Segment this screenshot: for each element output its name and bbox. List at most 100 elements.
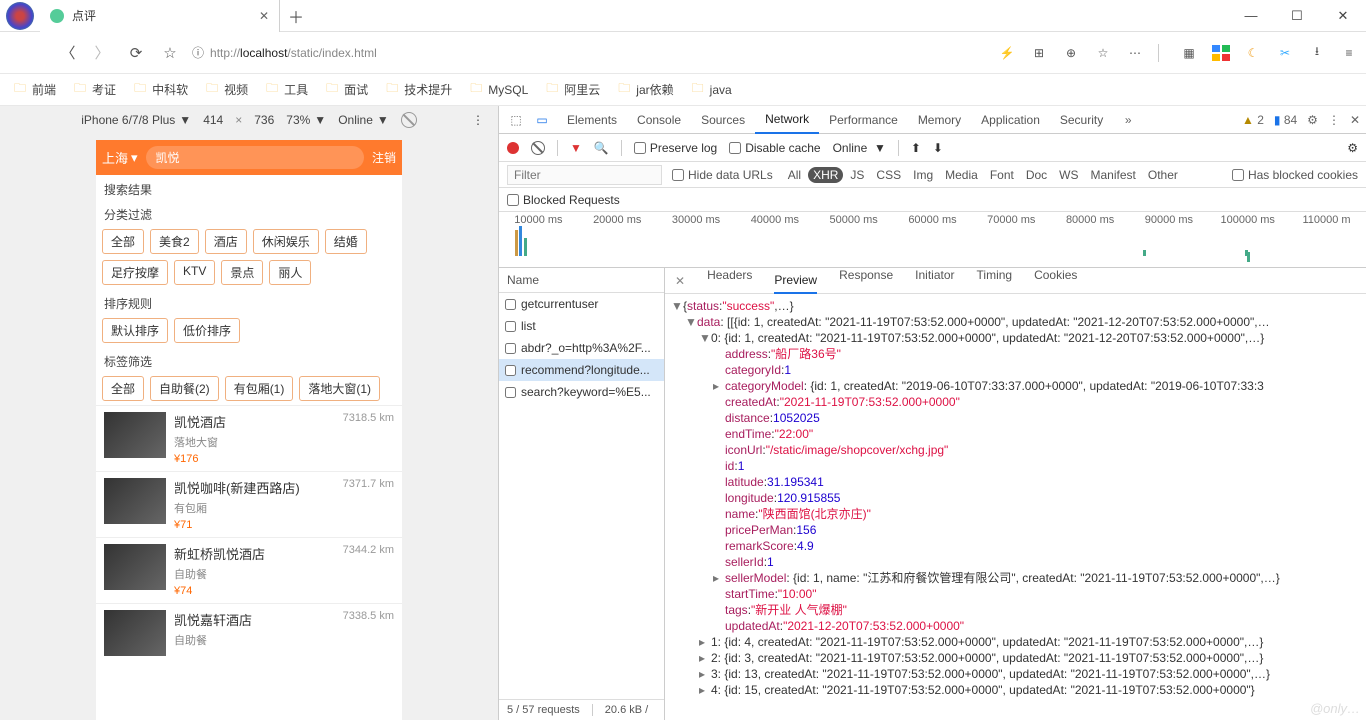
filter-type[interactable]: Font [985,167,1019,183]
shop-item[interactable]: 凯悦咖啡(新建西路店)有包厢¥717371.7 km [96,471,402,537]
blocked-cookies-checkbox[interactable]: Has blocked cookies [1232,168,1358,182]
throttle-select[interactable]: Online ▼ [833,141,886,155]
devtools-tab[interactable]: Security [1050,106,1113,134]
blocked-requests-checkbox[interactable]: Blocked Requests [507,193,620,207]
request-item[interactable]: search?keyword=%E5... [499,381,664,403]
preserve-log-checkbox[interactable]: Preserve log [634,141,717,155]
filter-tag[interactable]: 全部 [102,229,144,254]
bookmark-item[interactable]: 🗀前端 [14,79,56,100]
request-item[interactable]: recommend?longitude... [499,359,664,381]
reload-button[interactable]: ⟳ [124,41,148,65]
devtools-tab[interactable]: Elements [557,106,627,134]
detail-tab[interactable]: Cookies [1034,268,1077,294]
download-icon[interactable]: ⬇ [933,141,943,155]
filter-type[interactable]: Manifest [1086,167,1141,183]
disable-cache-checkbox[interactable]: Disable cache [729,141,820,155]
search-icon[interactable]: 🔍 [594,141,609,155]
request-item[interactable]: getcurrentuser [499,293,664,315]
filter-tag[interactable]: 美食2 [150,229,199,254]
maximize-button[interactable]: ☐ [1274,0,1320,32]
filter-type[interactable]: Doc [1021,167,1052,183]
warning-badge[interactable]: ▲ 2 [1242,113,1264,127]
settings-icon[interactable]: ⚙ [1307,113,1318,127]
filter-tag[interactable]: 落地大窗(1) [299,376,380,401]
moon-icon[interactable]: ☾ [1244,46,1262,60]
flash-icon[interactable]: ⚡ [998,46,1016,60]
device-width[interactable]: 414 [203,113,223,127]
record-button[interactable] [507,142,519,154]
filter-tag[interactable]: 有包厢(1) [225,376,294,401]
city-select[interactable]: 上海 ▾ [102,148,138,167]
net-settings-icon[interactable]: ⚙ [1347,141,1358,155]
more-icon[interactable]: ⋯ [1126,46,1144,60]
profile-avatar[interactable] [0,0,40,32]
filter-tag[interactable]: 丽人 [269,260,311,285]
request-item[interactable]: abdr?_o=http%3A%2F... [499,337,664,359]
throttle-select[interactable]: Online ▼ [338,113,389,127]
shop-item[interactable]: 凯悦嘉轩酒店自助餐7338.5 km [96,603,402,662]
clear-button[interactable] [531,141,545,155]
filter-type[interactable]: WS [1054,167,1083,183]
shop-item[interactable]: 新虹桥凯悦酒店自助餐¥747344.2 km [96,537,402,603]
filter-type[interactable]: CSS [871,167,906,183]
hide-dataurls-checkbox[interactable]: Hide data URLs [672,168,773,182]
message-badge[interactable]: ▮ 84 [1274,113,1297,127]
bookmark-item[interactable]: 🗀面试 [326,79,368,100]
devtools-tab[interactable]: Application [971,106,1050,134]
network-timeline[interactable]: 10000 ms20000 ms30000 ms40000 ms50000 ms… [499,212,1366,268]
devtools-tab[interactable]: Performance [819,106,908,134]
bookmark-item[interactable]: 🗀jar依赖 [618,79,673,100]
shop-item[interactable]: 凯悦酒店落地大窗¥1767318.5 km [96,405,402,471]
device-height[interactable]: 736 [254,113,274,127]
detail-tab[interactable]: Headers [707,268,752,294]
filter-tag[interactable]: 自助餐(2) [150,376,219,401]
filter-tag[interactable]: 景点 [221,260,263,285]
filter-type[interactable]: Img [908,167,938,183]
close-devtools[interactable]: ✕ [1350,113,1360,127]
filter-type[interactable]: Other [1143,167,1183,183]
detail-tab[interactable]: Timing [977,268,1013,294]
menu-icon[interactable]: ≡ [1340,46,1358,60]
filter-type[interactable]: All [783,167,806,183]
filter-type[interactable]: XHR [808,167,843,183]
rotate-icon[interactable] [401,112,417,128]
scissors-icon[interactable]: ✂ [1276,46,1294,60]
filter-tag[interactable]: 全部 [102,376,144,401]
detail-tab[interactable]: Initiator [915,268,954,294]
bookmark-item[interactable]: 🗀MySQL [470,79,528,100]
devtools-tab[interactable]: Sources [691,106,755,134]
forward-button[interactable]: 〉 [90,41,114,65]
filter-tag[interactable]: 酒店 [205,229,247,254]
filter-input[interactable] [507,165,662,185]
download-icon[interactable]: ⭳ [1308,42,1326,63]
bookmark-item[interactable]: 🗀考证 [74,79,116,100]
ext-icon[interactable]: ▦ [1180,46,1198,60]
ext-icon[interactable] [1212,45,1230,61]
close-icon[interactable]: ✕ [259,9,269,23]
url-field[interactable]: ⓘ http://localhost/static/index.html [192,44,988,61]
detail-tab[interactable]: Response [839,268,893,294]
bookmark-item[interactable]: 🗀阿里云 [546,79,600,100]
minimize-button[interactable]: — [1228,0,1274,32]
qr-icon[interactable]: ⊞ [1030,46,1048,60]
devtools-tab[interactable]: Console [627,106,691,134]
preview-body[interactable]: ▼{status: "success",…}▼data: [[{id: 1, c… [665,294,1366,720]
more-icon[interactable]: ⋮ [1328,113,1340,127]
filter-tag[interactable]: 默认排序 [102,318,168,343]
device-more[interactable]: ⋮ [472,113,484,127]
filter-tag[interactable]: 休闲娱乐 [253,229,319,254]
app-search[interactable]: 凯悦 [146,146,364,169]
devtools-tab[interactable]: Network [755,106,819,134]
bookmark-item[interactable]: 🗀工具 [266,79,308,100]
inspect-icon[interactable]: ⬚ [505,113,527,127]
filter-tag[interactable]: KTV [174,260,215,285]
filter-type[interactable]: JS [845,167,869,183]
detail-tab[interactable]: Preview [774,273,817,294]
bookmark-item[interactable]: 🗀中科软 [134,79,188,100]
back-button[interactable]: 〈 [56,41,80,65]
upload-icon[interactable]: ⬆ [911,141,921,155]
filter-tag[interactable]: 足疗按摩 [102,260,168,285]
device-select[interactable]: iPhone 6/7/8 Plus ▼ [81,113,191,127]
filter-type[interactable]: Media [940,167,983,183]
favorite-button[interactable]: ☆ [158,41,182,65]
